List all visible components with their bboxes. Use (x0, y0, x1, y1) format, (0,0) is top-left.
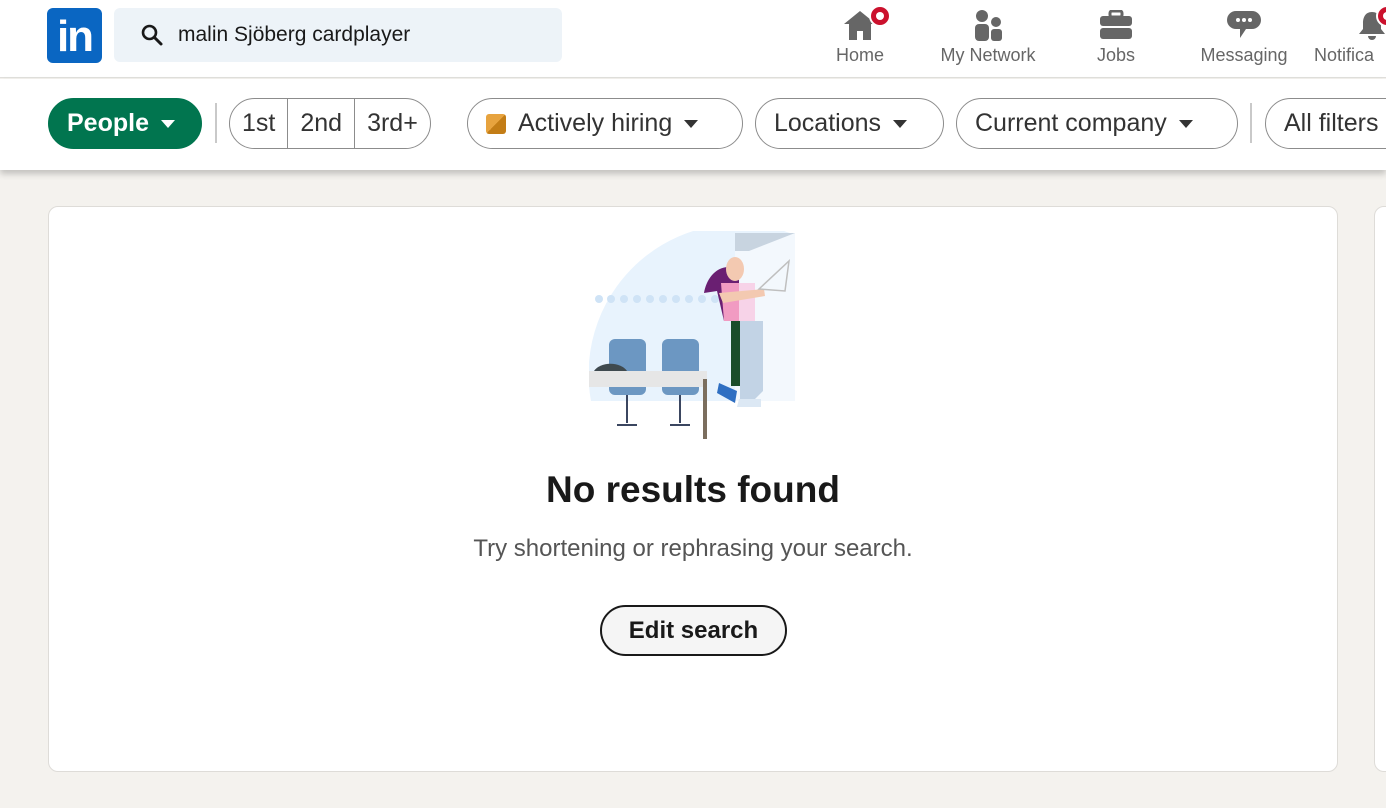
caret-down-icon (684, 119, 699, 128)
people-filter-button[interactable]: People (48, 98, 202, 149)
notification-badge (869, 5, 891, 27)
nav-label: Home (835, 45, 884, 65)
locations-filter[interactable]: Locations (755, 98, 944, 149)
filter-1st[interactable]: 1st (230, 99, 289, 148)
empty-state-illustration (589, 231, 795, 439)
filter-label: People (67, 109, 149, 137)
connection-degree-filter: 1st 2nd 3rd+ (229, 98, 431, 149)
search-bar[interactable] (114, 8, 562, 62)
divider (215, 103, 217, 143)
search-results-card: No results found Try shortening or rephr… (48, 206, 1338, 772)
nav-label: Jobs (1096, 45, 1136, 65)
actively-hiring-filter[interactable]: Actively hiring (467, 98, 743, 149)
edit-search-button[interactable]: Edit search (600, 605, 787, 656)
empty-state-title: No results found (546, 469, 840, 510)
filter-label: All filters (1284, 109, 1379, 137)
nav-messaging[interactable]: Messaging (1194, 0, 1294, 78)
briefcase-icon (1100, 10, 1132, 39)
empty-state-subtitle: Try shortening or rephrasing your search… (473, 535, 913, 562)
search-input[interactable] (178, 23, 538, 47)
messaging-icon (1227, 11, 1261, 38)
filter-label: Locations (774, 109, 882, 137)
divider (1250, 103, 1252, 143)
hiring-icon (486, 113, 506, 134)
search-filters-bar: People 1st 2nd 3rd+ Actively hiring Loca… (0, 79, 1386, 170)
network-icon (975, 10, 1002, 41)
nav-label: My Network (940, 45, 1036, 65)
nav-label: Notifica (1314, 45, 1375, 65)
current-company-filter[interactable]: Current company (956, 98, 1238, 149)
filter-2nd[interactable]: 2nd (288, 99, 356, 148)
nav-my-network[interactable]: My Network (930, 0, 1046, 78)
caret-down-icon (160, 119, 175, 128)
nav-label: Messaging (1200, 45, 1288, 65)
filter-label: Current company (975, 109, 1167, 137)
caret-down-icon (893, 119, 908, 128)
filter-3rd-plus[interactable]: 3rd+ (355, 99, 430, 148)
caret-down-icon (1178, 119, 1193, 128)
nav-notifications[interactable]: Notifica (1314, 0, 1386, 78)
nav-jobs[interactable]: Jobs (1085, 0, 1147, 78)
search-icon (141, 24, 163, 46)
all-filters-button[interactable]: All filters (1265, 98, 1386, 149)
side-card (1374, 206, 1386, 772)
linkedin-logo[interactable]: in (47, 8, 102, 63)
filter-label: Actively hiring (518, 109, 673, 137)
global-nav: in Home My Network Jobs Messaging Notifi… (0, 0, 1386, 78)
nav-home[interactable]: Home (826, 0, 894, 78)
